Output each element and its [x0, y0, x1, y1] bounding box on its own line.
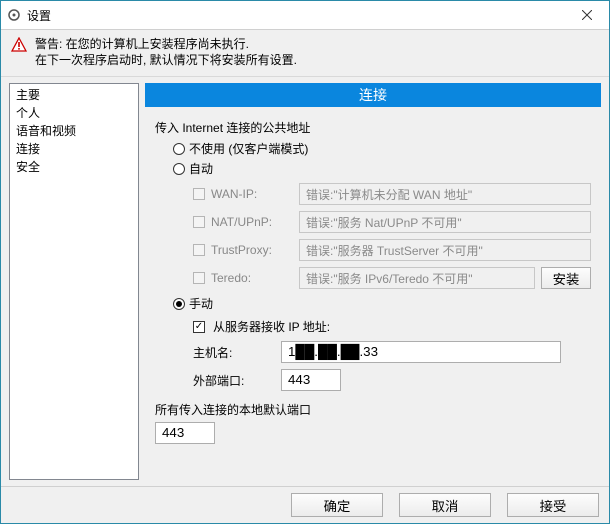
body: 主要 个人 语音和视频 连接 安全 连接 传入 Internet 连接的公共地址…: [1, 77, 609, 486]
ext-port-label: 外部端口:: [193, 372, 273, 389]
sidebar-item-security[interactable]: 安全: [10, 158, 138, 176]
field-trustproxy: 错误:"服务器 TrustServer 不可用": [299, 239, 591, 261]
field-teredo: 错误:"服务 IPv6/Teredo 不可用": [299, 267, 535, 289]
radio-manual-label: 手动: [189, 295, 213, 312]
close-button[interactable]: [565, 1, 609, 29]
manual-host-row: 主机名:: [193, 341, 591, 363]
radio-auto-label: 自动: [189, 160, 213, 177]
radio-auto-row[interactable]: 自动: [173, 160, 591, 177]
group-incoming-label: 传入 Internet 连接的公共地址: [155, 119, 591, 136]
settings-window: 设置 警告: 在您的计算机上安装程序尚未执行. 在下一次程序启动时, 默认情况下…: [0, 0, 610, 524]
main-panel: 连接 传入 Internet 连接的公共地址 不使用 (仅客户端模式) 自动: [145, 83, 601, 480]
radio-none-row[interactable]: 不使用 (仅客户端模式): [173, 140, 591, 157]
warning-text: 警告: 在您的计算机上安装程序尚未执行. 在下一次程序启动时, 默认情况下将安装…: [35, 36, 297, 68]
auto-label-trustproxy: TrustProxy:: [193, 243, 293, 257]
warning-line-1: 警告: 在您的计算机上安装程序尚未执行.: [35, 36, 297, 52]
local-port-input[interactable]: [155, 422, 215, 444]
sidebar-item-av[interactable]: 语音和视频: [10, 122, 138, 140]
group-incoming: 不使用 (仅客户端模式) 自动 WAN-IP: 错误:"计算机未分配 WAN: [173, 140, 591, 391]
host-input[interactable]: [281, 341, 561, 363]
chk-recv-ip-label: 从服务器接收 IP 地址:: [213, 318, 330, 335]
section-title: 连接: [145, 83, 601, 107]
auto-row-nat: NAT/UPnP: 错误:"服务 Nat/UPnP 不可用": [193, 211, 591, 233]
field-nat: 错误:"服务 Nat/UPnP 不可用": [299, 211, 591, 233]
sidebar-item-connection[interactable]: 连接: [10, 140, 138, 158]
footer: 确定 取消 接受: [1, 486, 609, 523]
install-teredo-button[interactable]: 安装: [541, 267, 591, 289]
ok-button[interactable]: 确定: [291, 493, 383, 517]
auto-row-wanip: WAN-IP: 错误:"计算机未分配 WAN 地址": [193, 183, 591, 205]
auto-rows: WAN-IP: 错误:"计算机未分配 WAN 地址" NAT/UPnP: 错误:…: [193, 183, 591, 289]
sidebar[interactable]: 主要 个人 语音和视频 连接 安全: [9, 83, 139, 480]
manual-port-row: 外部端口:: [193, 369, 591, 391]
chk-recv-ip[interactable]: [193, 321, 205, 333]
auto-label-nat: NAT/UPnP:: [193, 215, 293, 229]
window-title: 设置: [27, 7, 565, 24]
warning-icon: [11, 37, 27, 53]
auto-row-teredo: Teredo: 错误:"服务 IPv6/Teredo 不可用" 安装: [193, 267, 591, 289]
close-icon: [582, 10, 592, 20]
main-inner: 传入 Internet 连接的公共地址 不使用 (仅客户端模式) 自动: [145, 107, 601, 480]
cancel-button[interactable]: 取消: [399, 493, 491, 517]
chk-nat: [193, 216, 205, 228]
radio-none[interactable]: [173, 143, 185, 155]
app-icon: [7, 8, 21, 22]
field-wanip: 错误:"计算机未分配 WAN 地址": [299, 183, 591, 205]
chk-trustproxy: [193, 244, 205, 256]
manual-recv-row[interactable]: 从服务器接收 IP 地址:: [193, 318, 591, 335]
ext-port-input[interactable]: [281, 369, 341, 391]
auto-label-teredo: Teredo:: [193, 271, 293, 285]
sidebar-item-personal[interactable]: 个人: [10, 104, 138, 122]
auto-row-trustproxy: TrustProxy: 错误:"服务器 TrustServer 不可用": [193, 239, 591, 261]
manual-rows: 从服务器接收 IP 地址: 主机名: 外部端口:: [193, 318, 591, 391]
host-label: 主机名:: [193, 344, 273, 361]
titlebar: 设置: [1, 1, 609, 30]
chk-wanip: [193, 188, 205, 200]
radio-auto[interactable]: [173, 163, 185, 175]
radio-manual[interactable]: [173, 298, 185, 310]
radio-none-label: 不使用 (仅客户端模式): [189, 140, 308, 157]
chk-teredo: [193, 272, 205, 284]
warning-line-2: 在下一次程序启动时, 默认情况下将安装所有设置.: [35, 52, 297, 68]
auto-label-wanip: WAN-IP:: [193, 187, 293, 201]
sidebar-item-main[interactable]: 主要: [10, 86, 138, 104]
warning-bar: 警告: 在您的计算机上安装程序尚未执行. 在下一次程序启动时, 默认情况下将安装…: [1, 30, 609, 77]
accept-button[interactable]: 接受: [507, 493, 599, 517]
group-local-port: 所有传入连接的本地默认端口: [155, 401, 591, 444]
group-local-port-label: 所有传入连接的本地默认端口: [155, 401, 591, 418]
radio-manual-row[interactable]: 手动: [173, 295, 591, 312]
